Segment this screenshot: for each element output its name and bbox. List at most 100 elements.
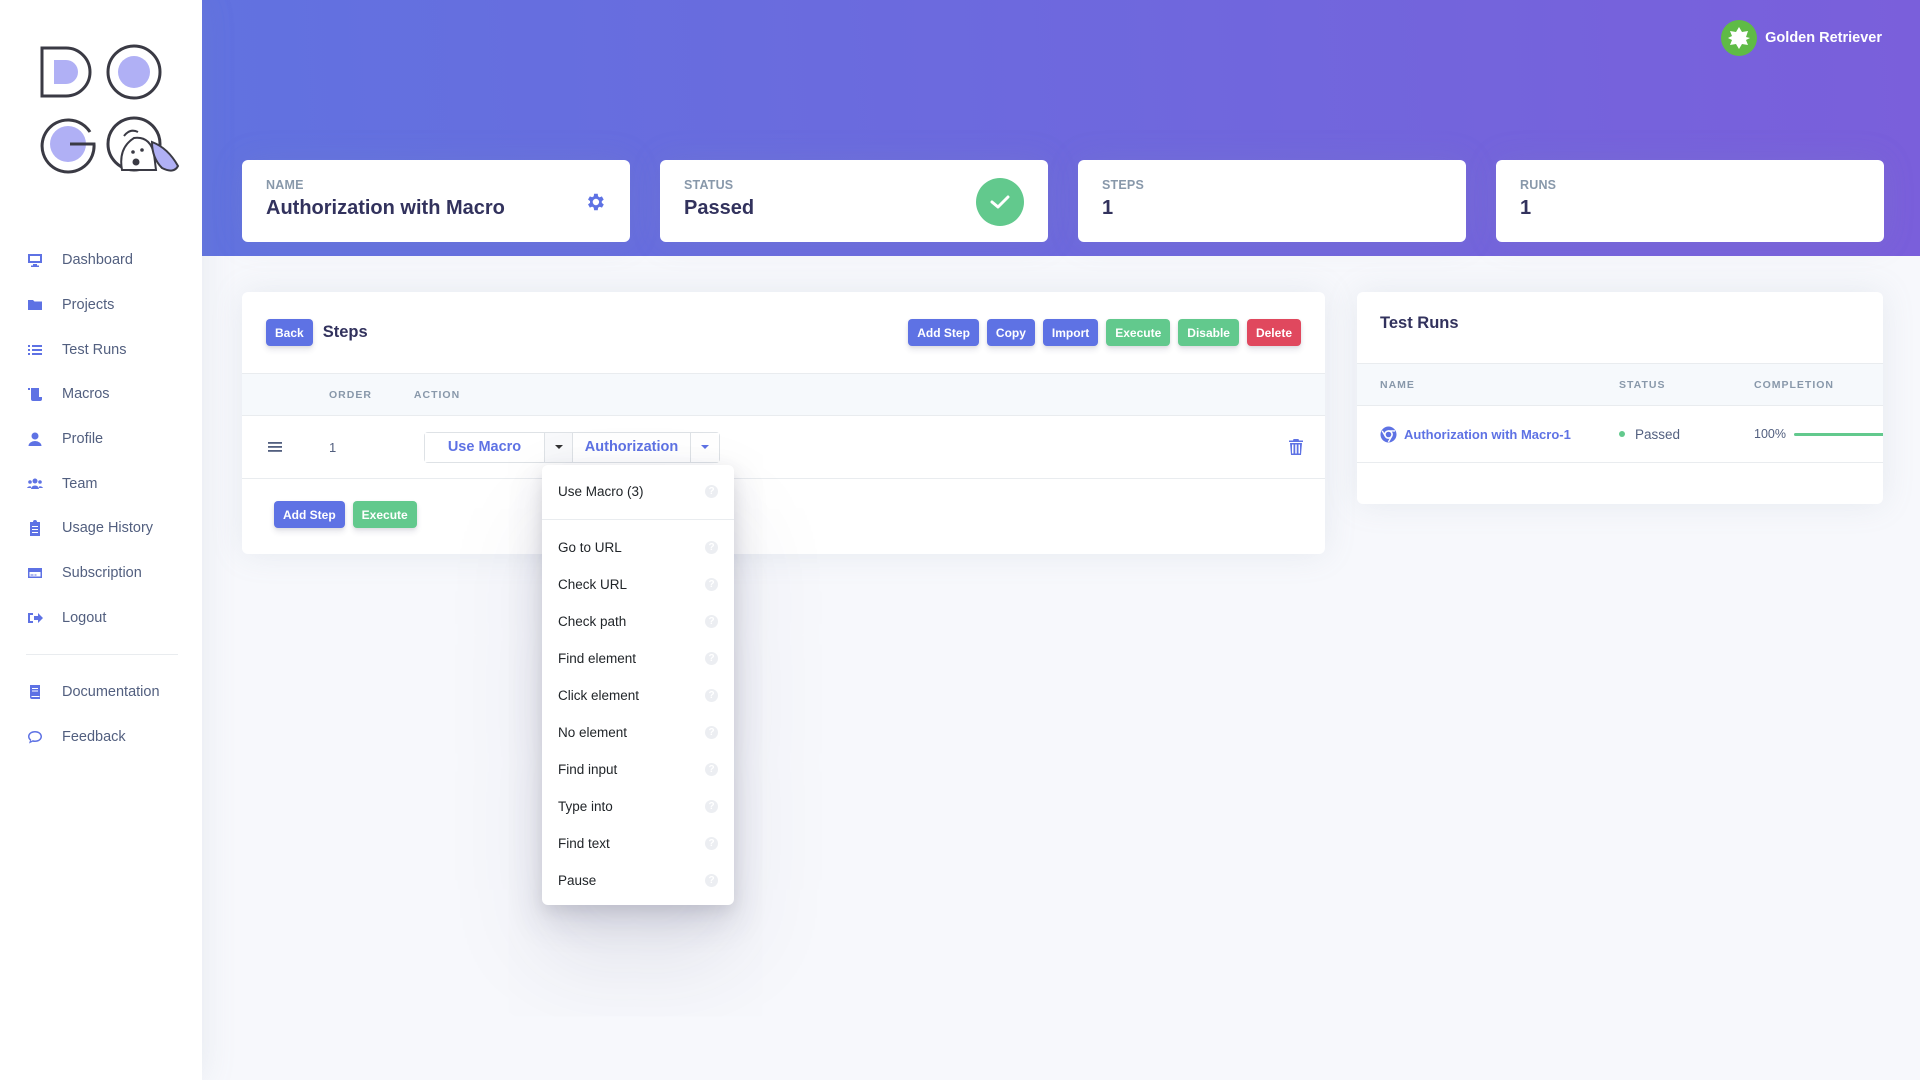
column-header-order: ORDER	[329, 388, 372, 401]
dropdown-item-use-macro[interactable]: Use Macro (3)?	[542, 471, 734, 512]
sidebar-item-subscription[interactable]: Subscription	[0, 551, 202, 596]
dropdown-item-no-element[interactable]: No element?	[542, 714, 734, 751]
sidebar-item-label: Subscription	[62, 565, 142, 582]
help-icon[interactable]: ?	[705, 837, 718, 850]
stat-label: RUNS	[1520, 178, 1557, 192]
column-header-completion: COMPLETION	[1754, 378, 1834, 391]
stat-label: STEPS	[1102, 178, 1144, 192]
user-menu[interactable]: Golden Retriever	[1721, 20, 1882, 56]
help-icon[interactable]: ?	[705, 874, 718, 887]
sidebar-secondary-nav: Documentation Feedback	[0, 670, 202, 759]
users-icon	[26, 475, 44, 493]
copy-button[interactable]: Copy	[986, 319, 1035, 346]
credit-card-icon	[26, 564, 44, 582]
help-icon[interactable]: ?	[705, 763, 718, 776]
avatar-pattern-icon	[1728, 27, 1751, 49]
dropdown-item-label: Check path	[558, 614, 627, 629]
dropdown-item-find-text[interactable]: Find text?	[542, 825, 734, 862]
dropdown-item-label: Check URL	[558, 577, 628, 592]
dropdown-item-label: Find input	[558, 762, 618, 777]
status-value: Passed	[684, 197, 755, 219]
add-step-button[interactable]: Add Step	[908, 319, 979, 346]
dropdown-item-pause[interactable]: Pause?	[542, 862, 734, 899]
help-icon[interactable]: ?	[705, 615, 718, 628]
dropdown-item-label: Use Macro (3)	[558, 484, 644, 499]
sidebar-item-team[interactable]: Team	[0, 461, 202, 506]
macro-dropdown-toggle[interactable]	[691, 432, 719, 462]
list-icon	[26, 341, 44, 359]
back-button[interactable]: Back	[266, 319, 313, 346]
disable-button[interactable]: Disable	[1178, 319, 1239, 346]
dropdown-item-find-element[interactable]: Find element?	[542, 640, 734, 677]
status-badge	[976, 178, 1024, 226]
help-icon[interactable]: ?	[705, 689, 718, 702]
trash-icon[interactable]	[1289, 439, 1303, 455]
completion-percent: 100%	[1754, 427, 1786, 441]
sidebar-item-feedback[interactable]: Feedback	[0, 715, 202, 760]
footer-add-step-button[interactable]: Add Step	[274, 501, 345, 528]
sidebar-item-dashboard[interactable]: Dashboard	[0, 238, 202, 283]
dropdown-item-label: Go to URL	[558, 540, 622, 555]
user-name: Golden Retriever	[1765, 30, 1882, 46]
gear-icon[interactable]	[584, 191, 606, 213]
help-icon[interactable]: ?	[705, 485, 718, 498]
scroll-icon	[26, 385, 44, 403]
comment-icon	[26, 728, 44, 746]
monitor-icon	[26, 251, 44, 269]
test-name: Authorization with Macro	[266, 197, 505, 219]
help-icon[interactable]: ?	[705, 726, 718, 739]
dropdown-item-check-path[interactable]: Check path?	[542, 603, 734, 640]
test-run-link[interactable]: Authorization with Macro-1	[1404, 427, 1571, 442]
drag-handle-icon[interactable]	[268, 441, 282, 453]
steps-panel: Back Steps Add Step Copy Import Execute …	[242, 292, 1325, 554]
sidebar-item-logout[interactable]: Logout	[0, 596, 202, 641]
action-select[interactable]: Use Macro	[425, 432, 545, 462]
help-icon[interactable]: ?	[705, 578, 718, 591]
sidebar-item-usage-history[interactable]: Usage History	[0, 506, 202, 551]
sidebar-item-label: Feedback	[62, 729, 126, 746]
dropdown-item-label: Find element	[558, 651, 637, 666]
column-header-action: ACTION	[413, 388, 461, 401]
help-icon[interactable]: ?	[705, 652, 718, 665]
dropdown-item-label: Pause	[558, 873, 597, 888]
sidebar-item-test-runs[interactable]: Test Runs	[0, 327, 202, 372]
caret-down-icon	[701, 445, 709, 449]
import-button[interactable]: Import	[1042, 319, 1099, 346]
completion-progress-fill	[1793, 432, 1883, 436]
stat-card-steps: STEPS 1	[1078, 160, 1466, 242]
dropdown-item-label: Type into	[558, 799, 613, 814]
status-dot	[1619, 431, 1625, 437]
stat-cards: NAME Authorization with Macro STATUS Pas…	[242, 160, 1884, 242]
dropdown-item-click-element[interactable]: Click element?	[542, 677, 734, 714]
dropdown-item-find-input[interactable]: Find input?	[542, 751, 734, 788]
steps-count: 1	[1102, 197, 1114, 219]
dropdown-divider	[542, 519, 734, 520]
sidebar-item-label: Profile	[62, 431, 104, 448]
column-header-status: STATUS	[1619, 378, 1666, 391]
sidebar: Dashboard Projects Test Runs Macros Prof…	[0, 0, 202, 1080]
macro-select[interactable]: Authorization	[573, 432, 691, 462]
sidebar-item-label: Dashboard	[62, 252, 133, 269]
sidebar-item-projects[interactable]: Projects	[0, 283, 202, 328]
completion-progress-bar	[1793, 432, 1883, 436]
sidebar-item-label: Test Runs	[62, 341, 127, 358]
table-row: 1 Use Macro Authorization	[242, 416, 1325, 479]
help-icon[interactable]: ?	[705, 541, 718, 554]
sidebar-item-macros[interactable]: Macros	[0, 372, 202, 417]
sidebar-item-documentation[interactable]: Documentation	[0, 670, 202, 715]
execute-button[interactable]: Execute	[1106, 319, 1171, 346]
sidebar-item-profile[interactable]: Profile	[0, 417, 202, 462]
action-dropdown-menu: Use Macro (3)? Go to URL? Check URL? Che…	[542, 465, 734, 905]
page-header: Golden Retriever NAME Authorization with…	[202, 0, 1920, 256]
dropdown-item-label: Find text	[558, 836, 610, 851]
steps-table-header: ORDER ACTION	[242, 374, 1325, 416]
help-icon[interactable]: ?	[705, 800, 718, 813]
dogq-logo[interactable]	[38, 44, 184, 176]
dropdown-item-type-into[interactable]: Type into?	[542, 788, 734, 825]
delete-button[interactable]: Delete	[1246, 319, 1301, 346]
dropdown-item-go-to-url[interactable]: Go to URL?	[542, 529, 734, 566]
footer-execute-button[interactable]: Execute	[352, 501, 417, 528]
dropdown-item-check-url[interactable]: Check URL?	[542, 566, 734, 603]
action-dropdown-toggle[interactable]	[545, 432, 573, 462]
sidebar-item-label: Macros	[62, 386, 110, 403]
